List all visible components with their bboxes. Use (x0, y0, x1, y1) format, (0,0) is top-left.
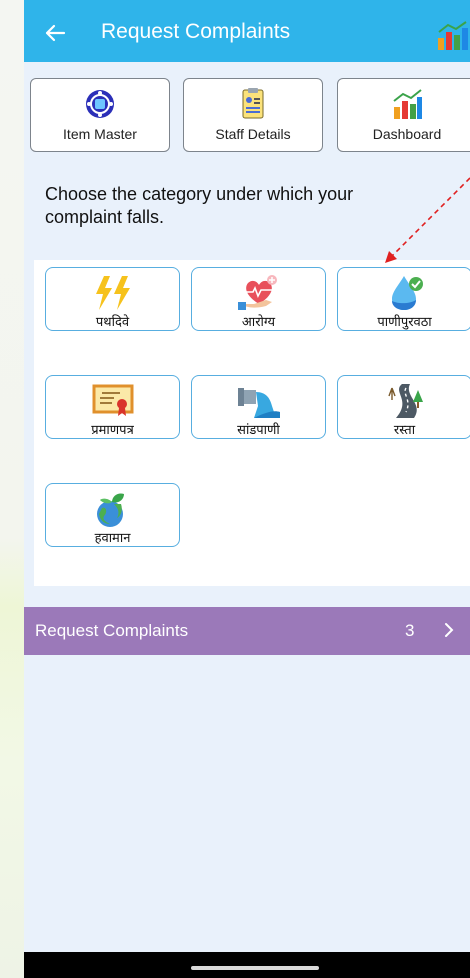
category-label: पाणीपुरवठा (377, 315, 432, 330)
category-weather[interactable]: हवामान (45, 483, 180, 547)
request-complaints-label: Request Complaints (35, 621, 189, 640)
lightning-icon (95, 276, 130, 310)
category-label: प्रमाणपत्र (91, 423, 134, 438)
category-streetlights[interactable]: पथदिवे (45, 267, 180, 331)
category-health[interactable]: आरोग्य (191, 267, 326, 331)
category-label: आरोग्य (241, 315, 276, 330)
dashboard-button[interactable]: Dashboard (337, 78, 470, 152)
category-label: रस्ता (393, 423, 416, 438)
back-arrow-icon[interactable] (42, 20, 68, 46)
category-label: पथदिवे (95, 315, 130, 330)
staff-details-label: Staff Details (215, 126, 291, 142)
item-master-button[interactable]: Item Master (30, 78, 170, 152)
globe-plant-icon (96, 493, 124, 527)
complaints-count-badge: 3 (405, 621, 415, 640)
item-master-icon (86, 90, 114, 118)
drain-icon (237, 388, 280, 418)
category-certificate[interactable]: प्रमाणपत्र (45, 375, 180, 439)
item-master-label: Item Master (63, 126, 137, 142)
category-label: हवामान (94, 531, 131, 546)
staff-details-button[interactable]: Staff Details (183, 78, 323, 152)
category-road[interactable]: रस्ता (337, 375, 470, 439)
dashboard-icon (393, 89, 422, 119)
staff-details-icon (242, 88, 264, 119)
certificate-icon (92, 384, 133, 416)
category-grid: पथदिवे आरोग्य पाणीपुरवठा प्रमाणपत्र सांड… (34, 260, 470, 586)
category-sewage[interactable]: सांडपाणी (191, 375, 326, 439)
chevron-right-icon (445, 623, 454, 637)
water-drop-icon (391, 276, 423, 310)
background-page-strip (0, 0, 24, 978)
category-label: सांडपाणी (237, 423, 280, 438)
app-bar: Request Complaints (24, 6, 470, 62)
category-water-supply[interactable]: पाणीपुरवठा (337, 267, 470, 331)
request-complaints-row[interactable]: Request Complaints 3 (24, 607, 470, 655)
dashboard-label: Dashboard (372, 126, 442, 142)
page-title: Request Complaints (101, 20, 291, 43)
app-screen: Request Complaints Item Master Staff Det… (24, 0, 470, 978)
road-icon (387, 384, 423, 418)
heart-health-icon (237, 275, 277, 310)
system-navigation-bar (24, 952, 470, 978)
chart-icon[interactable] (436, 20, 470, 50)
category-prompt: Choose the category under which your com… (45, 184, 354, 227)
home-gesture-handle[interactable] (191, 966, 319, 970)
